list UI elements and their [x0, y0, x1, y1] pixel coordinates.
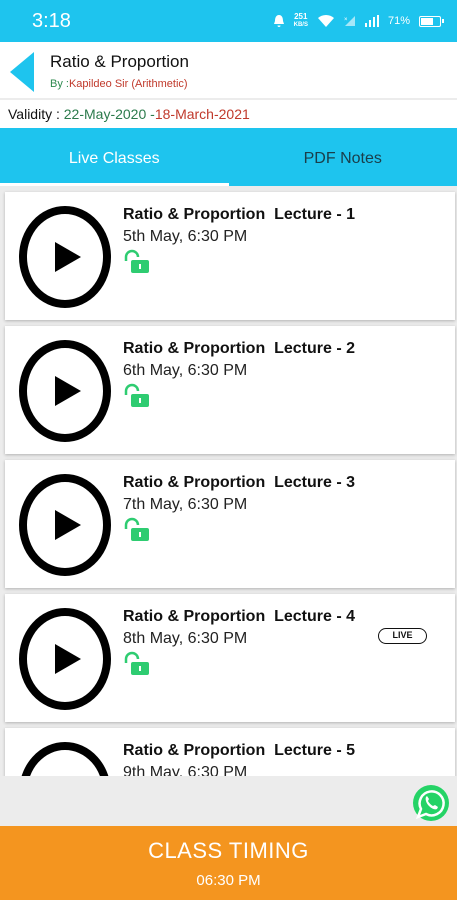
- class-timing-time: 06:30 PM: [196, 872, 261, 889]
- lecture-date: 9th May, 6:30 PM: [123, 764, 248, 776]
- class-timing-label: CLASS TIMING: [148, 838, 309, 863]
- play-icon[interactable]: [18, 339, 112, 443]
- lecture-date: 7th May, 6:30 PM: [123, 496, 248, 513]
- lecture-card[interactable]: Ratio & Proportion Lecture - 3 7th May, …: [5, 460, 455, 588]
- tab-pdf-notes[interactable]: PDF Notes: [229, 128, 457, 186]
- validity-to: 18-March-2021: [154, 106, 250, 122]
- status-icons: 251 KB/S × 71%: [273, 12, 444, 29]
- lecture-list: Ratio & Proportion Lecture - 1 5th May, …: [0, 186, 457, 776]
- signal-icon: ×: [344, 16, 355, 26]
- play-icon[interactable]: [18, 473, 112, 577]
- signal-bars-icon: [364, 15, 379, 27]
- lecture-title: Ratio & Proportion Lecture - 4: [123, 608, 356, 625]
- lecture-title: Ratio & Proportion Lecture - 2: [123, 340, 356, 357]
- status-bar: 3:18 251 KB/S × 71%: [0, 0, 457, 42]
- play-icon[interactable]: [18, 741, 112, 776]
- status-time: 3:18: [32, 10, 71, 32]
- course-author: By :Kapildeo Sir (Arithmetic): [50, 78, 188, 90]
- lecture-date: 8th May, 6:30 PM: [123, 630, 248, 647]
- unlock-icon: [124, 517, 149, 541]
- network-speed: 251 KB/S: [293, 12, 308, 29]
- back-arrow-icon[interactable]: [10, 52, 34, 92]
- page-title: Ratio & Proportion: [50, 52, 189, 71]
- lecture-date: 5th May, 6:30 PM: [123, 228, 248, 245]
- play-icon[interactable]: [18, 607, 112, 711]
- battery-percent: 71%: [387, 15, 410, 27]
- validity-from: 22-May-2020: [63, 106, 147, 122]
- app-header: Ratio & Proportion By :Kapildeo Sir (Ari…: [0, 42, 457, 98]
- unlock-icon: [124, 651, 149, 675]
- svg-text:×: ×: [344, 17, 348, 23]
- lecture-title: Ratio & Proportion Lecture - 3: [123, 474, 356, 491]
- play-icon[interactable]: [18, 205, 112, 309]
- alarm-icon: [273, 15, 284, 27]
- live-badge: LIVE: [378, 628, 427, 644]
- lecture-card[interactable]: Ratio & Proportion Lecture - 5 9th May, …: [5, 728, 455, 776]
- lecture-title: Ratio & Proportion Lecture - 5: [123, 742, 356, 759]
- bottom-spacer: [0, 776, 457, 826]
- validity-row: Validity : 22-May-2020 -18-March-2021: [0, 100, 457, 128]
- lecture-card[interactable]: Ratio & Proportion Lecture - 4 8th May, …: [5, 594, 455, 722]
- class-timing-bar[interactable]: CLASS TIMING 06:30 PM: [0, 826, 457, 900]
- unlock-icon: [124, 383, 149, 407]
- lecture-title: Ratio & Proportion Lecture - 1: [123, 206, 356, 223]
- unlock-icon: [124, 249, 149, 273]
- lecture-card[interactable]: Ratio & Proportion Lecture - 1 5th May, …: [5, 192, 455, 320]
- validity-label: Validity :: [8, 106, 64, 122]
- wifi-icon: [317, 14, 334, 27]
- lecture-date: 6th May, 6:30 PM: [123, 362, 248, 379]
- lecture-card[interactable]: Ratio & Proportion Lecture - 2 6th May, …: [5, 326, 455, 454]
- battery-icon: [419, 15, 444, 27]
- tab-live-classes[interactable]: Live Classes: [0, 128, 229, 186]
- whatsapp-icon[interactable]: [412, 784, 450, 822]
- tab-bar: Live Classes PDF Notes: [0, 128, 457, 186]
